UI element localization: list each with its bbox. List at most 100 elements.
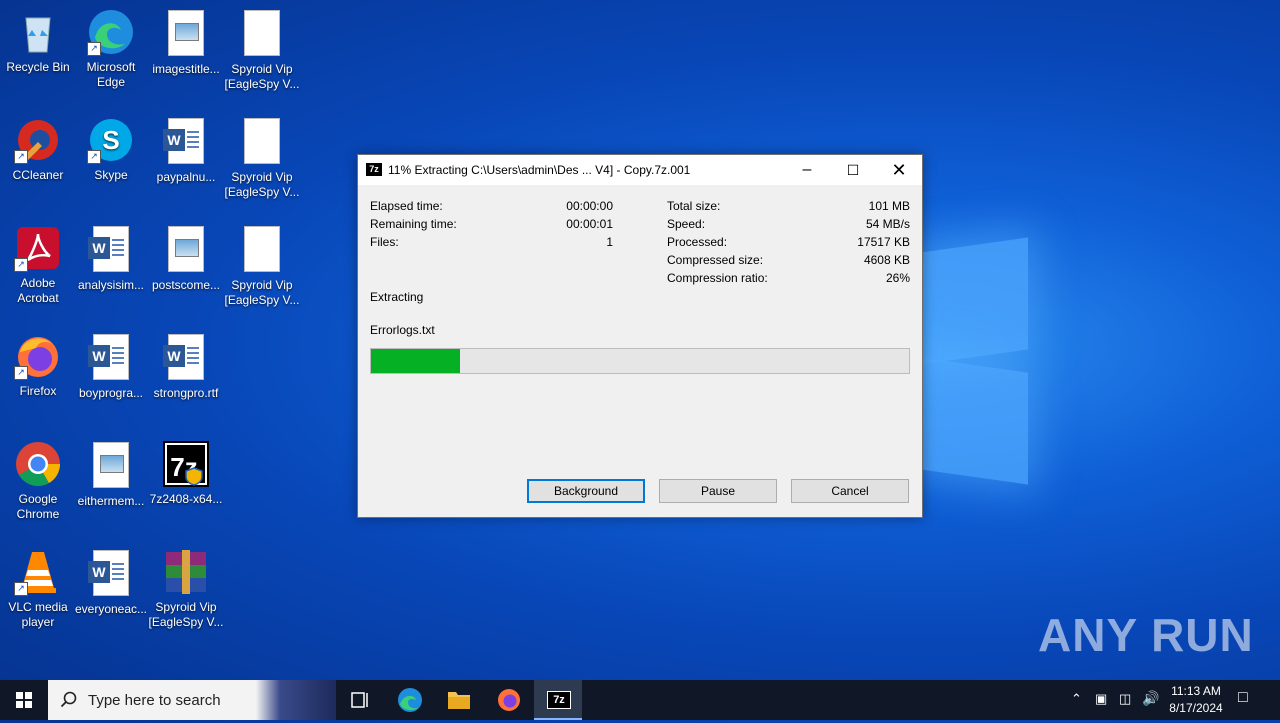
pause-button[interactable]: Pause	[659, 479, 777, 503]
clock-time[interactable]: 11:13 AM	[1168, 684, 1224, 698]
shortcut-arrow-icon: ↗	[87, 150, 101, 164]
desktop-icon-ccleaner[interactable]: ↗ CCleaner	[0, 116, 76, 183]
word-document-icon: W	[162, 118, 210, 166]
taskbar: Type here to search 7z ⌃ ▣ ◫ 🔊 11:13 AM …	[0, 680, 1280, 720]
desktop-icon-label: Spyroid Vip [EagleSpy V...	[148, 600, 224, 629]
compression-ratio-value: 26%	[885, 271, 910, 285]
close-button[interactable]: ✕	[876, 155, 922, 185]
blank-file-icon	[238, 118, 286, 166]
start-button[interactable]	[0, 680, 48, 720]
search-icon	[60, 691, 77, 708]
desktop-icon-word-boyprogra[interactable]: W boyprogra...	[73, 332, 149, 401]
blank-file-icon	[238, 10, 286, 58]
search-placeholder: Type here to search	[88, 692, 221, 709]
desktop-icon-spyroid-3[interactable]: Spyroid Vip [EagleSpy V...	[224, 224, 300, 308]
volume-icon[interactable]: 🔊	[1142, 690, 1159, 707]
shortcut-arrow-icon: ↗	[14, 366, 28, 380]
network-icon[interactable]: ◫	[1119, 691, 1131, 707]
winrar-archive-icon	[162, 548, 210, 596]
desktop-icon-label: imagestitle...	[152, 62, 220, 76]
desktop-icon-label: paypalnu...	[156, 170, 216, 184]
shortcut-arrow-icon: ↗	[14, 258, 28, 272]
extraction-progress-bar	[370, 348, 910, 374]
task-view-icon	[351, 692, 368, 708]
desktop-icon-label: VLC media player	[8, 600, 68, 629]
desktop-icon-label: Microsoft Edge	[86, 60, 136, 89]
compression-ratio-label: Compression ratio:	[667, 271, 768, 285]
shortcut-arrow-icon: ↗	[87, 42, 101, 56]
files-label: Files:	[370, 235, 399, 249]
svg-text:S: S	[102, 125, 119, 155]
clock-date[interactable]: 8/17/2024	[1166, 701, 1226, 715]
image-file-icon	[162, 10, 210, 58]
firefox-icon: ↗	[14, 332, 62, 380]
desktop-icon-label: eithermem...	[77, 494, 145, 508]
image-file-icon	[87, 442, 135, 490]
maximize-button[interactable]: ☐	[830, 155, 876, 185]
desktop-icon-word-everyoneac[interactable]: W everyoneac...	[73, 548, 149, 617]
word-document-icon: W	[87, 226, 135, 274]
progress-bar-fill	[371, 349, 460, 373]
desktop-icon-image-file[interactable]: imagestitle...	[148, 8, 224, 77]
anyrun-watermark: ANY RUN	[1038, 609, 1254, 661]
desktop-icon-spyroid-2[interactable]: Spyroid Vip [EagleSpy V...	[224, 116, 300, 200]
desktop-icon-recycle-bin[interactable]: Recycle Bin	[0, 8, 76, 75]
background-button[interactable]: Background	[527, 479, 645, 503]
desktop-icon-label: Adobe Acrobat	[17, 276, 59, 305]
elapsed-time-value: 00:00:00	[566, 199, 613, 213]
taskbar-edge[interactable]	[386, 680, 434, 720]
cancel-button[interactable]: Cancel	[791, 479, 909, 503]
desktop-icon-label: Firefox	[19, 384, 57, 398]
blank-file-icon	[238, 226, 286, 274]
firefox-icon	[498, 689, 520, 711]
desktop-icon-image-eithermem[interactable]: eithermem...	[73, 440, 149, 509]
word-document-icon: W	[87, 550, 135, 598]
skype-icon: S ↗	[87, 116, 135, 164]
dialog-titlebar[interactable]: 7z 11% Extracting C:\Users\admin\Des ...…	[358, 155, 922, 185]
meet-now-icon[interactable]: ▣	[1095, 691, 1107, 707]
desktop-icon-label: Spyroid Vip [EagleSpy V...	[224, 278, 300, 307]
taskbar-7zip-active[interactable]: 7z	[534, 680, 582, 720]
desktop-icon-word-strongpro[interactable]: W strongpro.rtf	[148, 332, 224, 401]
desktop-icon-label: boyprogra...	[78, 386, 144, 400]
desktop-icon-label: Google Chrome	[16, 492, 60, 521]
chevron-up-icon[interactable]: ⌃	[1071, 691, 1082, 707]
recycle-bin-icon	[14, 8, 62, 56]
taskbar-firefox[interactable]	[485, 680, 533, 720]
processed-label: Processed:	[667, 235, 728, 249]
desktop-icon-chrome[interactable]: Google Chrome	[0, 440, 76, 522]
compressed-size-label: Compressed size:	[667, 253, 764, 267]
taskbar-search-box[interactable]: Type here to search	[48, 680, 336, 720]
shortcut-arrow-icon: ↗	[14, 582, 28, 596]
folder-icon	[448, 692, 470, 709]
desktop-icon-label: Spyroid Vip [EagleSpy V...	[224, 170, 300, 199]
desktop-icon-winrar-archive[interactable]: Spyroid Vip [EagleSpy V...	[148, 548, 224, 630]
desktop-icon-skype[interactable]: S ↗ Skype	[73, 116, 149, 183]
desktop-icon-label: Skype	[94, 168, 128, 182]
7zip-icon: 7z	[547, 691, 571, 709]
elapsed-time-label: Elapsed time:	[370, 199, 443, 213]
word-document-icon: W	[162, 334, 210, 382]
task-view-button[interactable]	[336, 680, 384, 720]
desktop-icon-7zip-installer[interactable]: 7z 7z2408-x64...	[148, 440, 224, 507]
minimize-button[interactable]: –	[784, 155, 830, 185]
desktop-icon-vlc[interactable]: ↗ VLC media player	[0, 548, 76, 630]
desktop-icon-word-paypal[interactable]: W paypalnu...	[148, 116, 224, 185]
edge-icon	[398, 688, 422, 712]
taskbar-file-explorer[interactable]	[435, 680, 483, 720]
desktop-icon-image-postscome[interactable]: postscome...	[148, 224, 224, 293]
notifications-icon[interactable]: □	[1238, 689, 1248, 707]
image-file-icon	[162, 226, 210, 274]
edge-icon: ↗	[87, 8, 135, 56]
desktop-icon-edge[interactable]: ↗ Microsoft Edge	[73, 8, 149, 90]
extraction-dialog: 7z 11% Extracting C:\Users\admin\Des ...…	[357, 154, 923, 518]
desktop-icon-firefox[interactable]: ↗ Firefox	[0, 332, 76, 399]
processed-value: 17517 KB	[857, 235, 910, 249]
desktop-icon-adobe-acrobat[interactable]: ↗ Adobe Acrobat	[0, 224, 76, 306]
desktop-icon-spyroid-1[interactable]: Spyroid Vip [EagleSpy V...	[224, 8, 300, 92]
total-size-value: 101 MB	[868, 199, 910, 213]
speed-value: 54 MB/s	[865, 217, 910, 231]
dialog-title: 11% Extracting C:\Users\admin\Des ... V4…	[388, 163, 691, 177]
desktop-icon-label: Spyroid Vip [EagleSpy V...	[224, 62, 300, 91]
desktop-icon-word-analysis[interactable]: W analysisim...	[73, 224, 149, 293]
